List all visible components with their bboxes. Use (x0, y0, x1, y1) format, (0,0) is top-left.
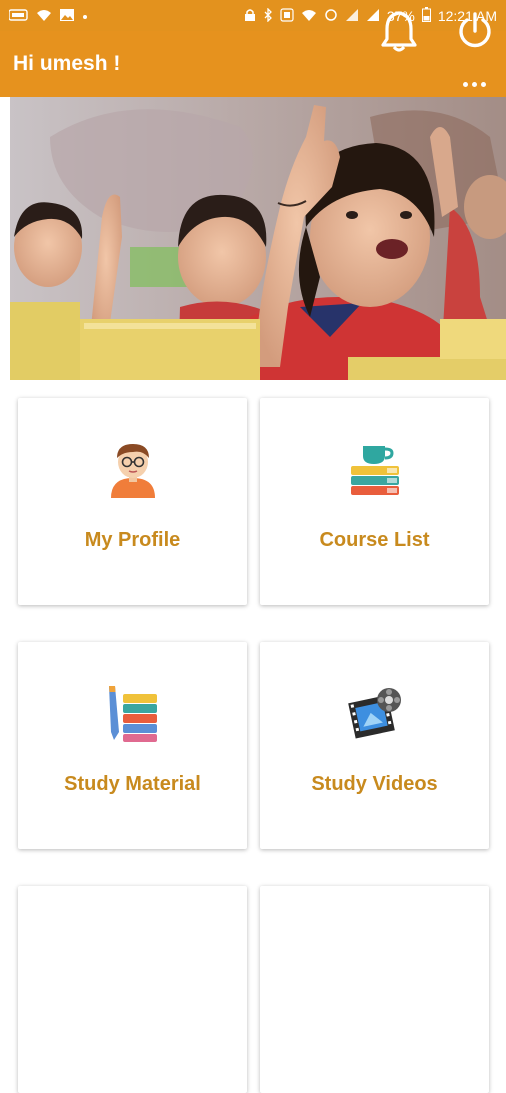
my-profile-card[interactable]: My Profile (18, 398, 247, 605)
app-icon (8, 8, 29, 23)
wifi-icon (36, 8, 52, 24)
my-profile-label: My Profile (84, 529, 181, 551)
books-icon (345, 440, 405, 500)
course-list-card[interactable]: Course List (260, 398, 489, 605)
study-material-label: Study Material (64, 773, 201, 795)
study-material-card[interactable]: Study Material (18, 642, 247, 849)
signal-icon (345, 8, 359, 24)
course-list-label: Course List (319, 529, 430, 551)
overflow-menu-icon[interactable] (463, 82, 486, 87)
power-icon (455, 11, 495, 56)
image-icon (59, 8, 75, 24)
study-videos-label: Study Videos (311, 773, 438, 795)
bluetooth-icon (263, 6, 273, 24)
wifi-icon (301, 8, 317, 24)
menu-card-partial[interactable] (260, 886, 489, 1093)
notifications-button[interactable] (376, 10, 422, 56)
lock-icon (244, 8, 256, 24)
dot-icon (82, 9, 88, 22)
video-reel-icon (345, 684, 405, 744)
battery-icon (421, 7, 431, 24)
menu-card-partial[interactable] (18, 886, 247, 1093)
volte-icon (280, 7, 294, 24)
status-bar: 37% 12:21 AM (0, 0, 506, 31)
bell-icon (379, 9, 419, 58)
study-videos-card[interactable]: Study Videos (260, 642, 489, 849)
logout-button[interactable] (452, 10, 498, 56)
banner-image (10, 97, 506, 380)
sync-icon (324, 8, 338, 24)
profile-icon (103, 440, 163, 500)
app-toolbar: Hi umesh ! (0, 31, 506, 97)
status-left (8, 8, 88, 24)
study-material-icon (103, 684, 163, 744)
